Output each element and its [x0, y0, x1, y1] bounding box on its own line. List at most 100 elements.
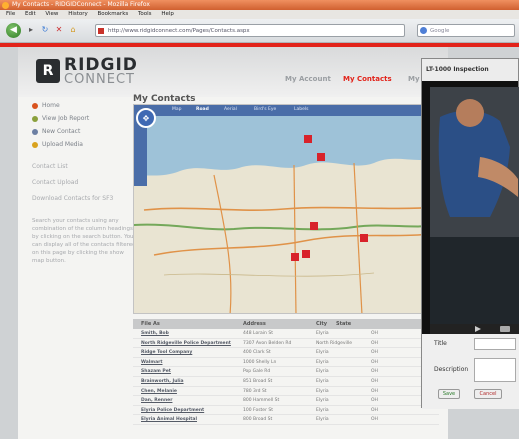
cell-name[interactable]: Walmart [141, 360, 162, 365]
sidebar-item-upload-media[interactable]: Upload Media [32, 138, 142, 151]
cell-city: Elyria [316, 359, 329, 365]
report-icon [32, 116, 38, 122]
map-tab-road[interactable]: Road [196, 107, 209, 112]
home-button-icon[interactable]: ⌂ [68, 25, 78, 35]
table-row[interactable]: Shazam Pet Pop Gale Rd Elyria OH [133, 367, 439, 377]
description-label: Description [434, 366, 469, 373]
table-row[interactable]: Brainworth, Julia 851 Broad St Elyria OH [133, 377, 439, 387]
video-panel-title: LT-1000 Inspection [422, 59, 518, 81]
menu-view[interactable]: View [45, 11, 58, 17]
menu-history[interactable]: History [68, 11, 88, 17]
menu-bar: File Edit View History Bookmarks Tools H… [0, 10, 519, 19]
browser-search-box[interactable]: Google [417, 24, 515, 37]
back-button[interactable]: ◀ [6, 23, 21, 38]
table-row[interactable]: Elyria Animal Hospital 800 Broad St Elyria… [133, 415, 439, 425]
cell-name[interactable]: Elyria Police Department [141, 408, 204, 413]
table-row[interactable]: Smith, Bob 448 Lorain St Elyria OH [133, 329, 439, 339]
cell-city: Elyria [316, 398, 329, 404]
upload-icon [32, 142, 38, 148]
sidebar-link-contact-upload[interactable]: Contact Upload [32, 175, 142, 191]
cell-state: OH [371, 369, 378, 375]
map-tab-birds-eye[interactable]: Bird's Eye [254, 107, 276, 112]
play-icon[interactable] [475, 326, 481, 332]
video-panel: LT-1000 Inspection Title Description Sav… [421, 58, 519, 409]
table-row[interactable]: Chen, Melanie 780 3rd St Elyria OH [133, 387, 439, 397]
cell-state: OH [371, 388, 378, 394]
table-row[interactable]: Walmart 1000 Shelly Ln Elyria OH [133, 358, 439, 368]
cell-name[interactable]: Chen, Melanie [141, 389, 177, 394]
table-row[interactable]: Elyria Police Department 100 Foster St Ely… [133, 406, 439, 416]
nav-my-more[interactable]: My [408, 75, 420, 83]
nav-my-account[interactable]: My Account [285, 75, 331, 83]
table-row[interactable]: Dan, Renner 800 Hammell St Elyria OH [133, 396, 439, 406]
table-row[interactable]: North Ridgeville Police Department 7307 A… [133, 339, 439, 349]
cell-name[interactable]: Brainworth, Julia [141, 379, 184, 384]
navigation-toolbar: ◀ ▸ ↻ ✕ ⌂ http://www.ridgidconnect.com/P… [0, 19, 519, 43]
menu-file[interactable]: File [6, 11, 15, 17]
video-image [430, 87, 519, 329]
sidebar-item-label: Home [42, 102, 60, 109]
map-marker[interactable] [360, 234, 368, 242]
media-form: Title Description Save Cancel [422, 334, 519, 409]
cell-name[interactable]: Smith, Bob [141, 331, 169, 336]
sidebar-item-home[interactable]: Home [32, 99, 142, 112]
contacts-table: File As Address City State Smith, Bob 448… [133, 319, 439, 425]
site-header: R RIDGID CONNECT My Account My Contacts … [18, 47, 448, 97]
sidebar-link-contact-list[interactable]: Contact List [32, 159, 142, 175]
map-tab-aerial[interactable]: Aerial [224, 107, 237, 112]
menu-tools[interactable]: Tools [138, 11, 152, 17]
contacts-map[interactable]: Map Road Aerial Bird's Eye Labels ✥ [133, 104, 439, 314]
menu-bookmarks[interactable]: Bookmarks [98, 11, 129, 17]
cell-state: OH [371, 407, 378, 413]
ridgid-logo-icon[interactable]: R [36, 59, 60, 83]
cancel-button[interactable]: Cancel [474, 389, 502, 399]
map-marker[interactable] [291, 253, 299, 261]
cell-city: Elyria [316, 417, 329, 423]
sidebar-item-label: View Job Report [42, 115, 90, 122]
camera-icon[interactable] [500, 326, 510, 332]
menu-help[interactable]: Help [161, 11, 174, 17]
map-tab-map[interactable]: Map [172, 107, 182, 112]
google-icon [420, 27, 427, 34]
map-marker[interactable] [317, 153, 325, 161]
column-header-city[interactable]: City [316, 321, 327, 327]
cell-address: 400 Clark St [243, 350, 271, 356]
title-label: Title [434, 340, 447, 347]
column-header-file-as[interactable]: File As [141, 321, 160, 327]
map-canvas[interactable] [134, 105, 439, 314]
column-header-address[interactable]: Address [243, 321, 266, 327]
table-row[interactable]: Ridge Tool Company 400 Clark St Elyria OH [133, 348, 439, 358]
cell-name[interactable]: North Ridgeville Police Department [141, 341, 231, 346]
sidebar: Home View Job Report New Contact Upload … [32, 99, 142, 265]
cell-address: 7307 Avon Belden Rd [243, 340, 292, 346]
forward-icon[interactable]: ▸ [26, 25, 36, 35]
map-marker[interactable] [304, 135, 312, 143]
window-title: My Contacts - RIDGIDConnect - Mozilla Fi… [12, 1, 150, 8]
cell-name[interactable]: Dan, Renner [141, 398, 172, 403]
map-marker[interactable] [310, 222, 318, 230]
cell-address: 800 Broad St [243, 417, 273, 423]
sidebar-help-text: Search your contacts using any combinati… [32, 218, 136, 264]
map-marker[interactable] [302, 250, 310, 258]
map-tab-labels[interactable]: Labels [294, 107, 308, 112]
column-header-state[interactable]: State [336, 321, 351, 327]
description-input[interactable] [474, 358, 516, 382]
menu-edit[interactable]: Edit [25, 11, 36, 17]
sidebar-item-view-job-report[interactable]: View Job Report [32, 112, 142, 125]
stop-icon[interactable]: ✕ [54, 25, 64, 35]
cell-name[interactable]: Ridge Tool Company [141, 350, 192, 355]
cell-name[interactable]: Elyria Animal Hospital [141, 417, 197, 422]
address-bar[interactable]: http://www.ridgidconnect.com/Pages/Conta… [95, 24, 405, 37]
sidebar-link-download-contacts[interactable]: Download Contacts for SF3 [32, 191, 142, 207]
map-pan-icon[interactable]: ✥ [136, 108, 156, 128]
video-controls [430, 324, 519, 334]
cell-name[interactable]: Shazam Pet [141, 369, 171, 374]
title-input[interactable] [474, 338, 516, 350]
nav-my-contacts[interactable]: My Contacts [343, 75, 392, 83]
cell-city: Elyria [316, 369, 329, 375]
video-frame[interactable] [430, 87, 519, 329]
sidebar-item-new-contact[interactable]: New Contact [32, 125, 142, 138]
cell-address: Pop Gale Rd [243, 369, 271, 375]
reload-icon[interactable]: ↻ [40, 25, 50, 35]
save-button[interactable]: Save [438, 389, 460, 399]
